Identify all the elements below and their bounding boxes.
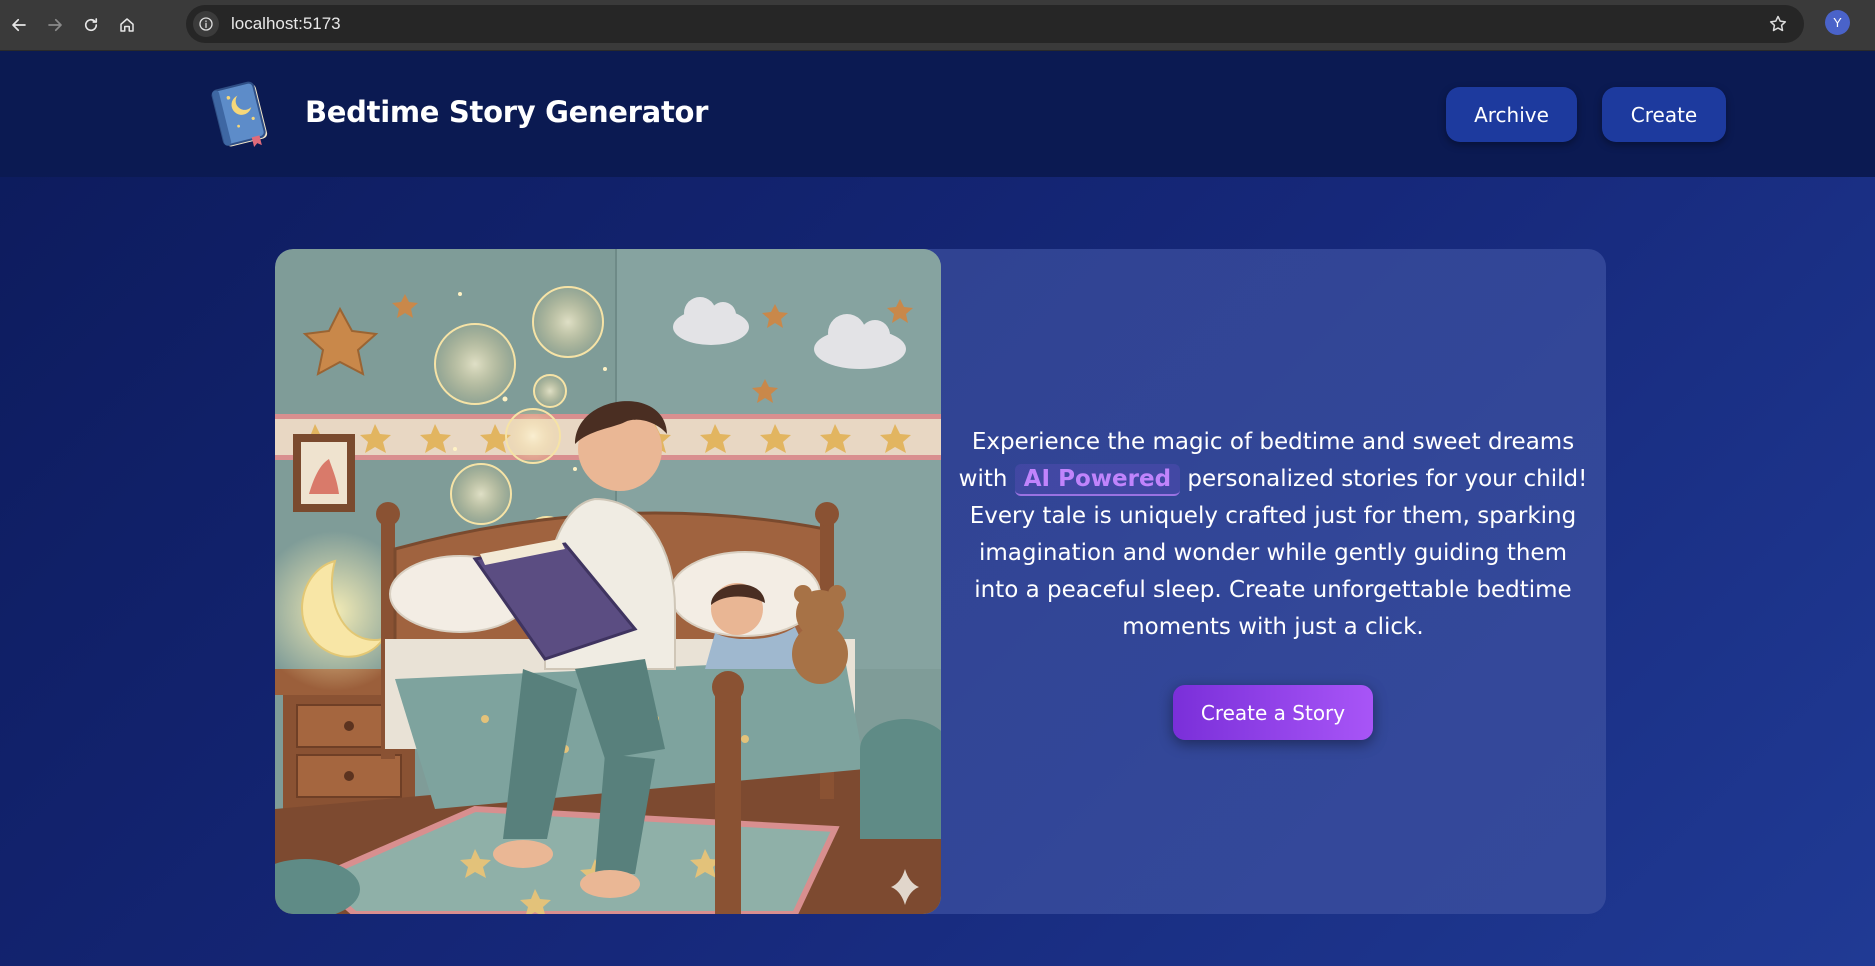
hero-description: Experience the magic of bedtime and swee… xyxy=(955,424,1591,646)
url-text[interactable]: localhost:5173 xyxy=(231,14,341,34)
create-story-button[interactable]: Create a Story xyxy=(1173,685,1373,740)
archive-button[interactable]: Archive xyxy=(1446,87,1577,142)
hero-paragraph: Experience the magic of bedtime and swee… xyxy=(955,424,1591,646)
hero-illustration xyxy=(275,249,941,914)
site-info-button[interactable] xyxy=(193,11,219,37)
create-button[interactable]: Create xyxy=(1602,87,1726,142)
storybook-icon[interactable] xyxy=(206,79,278,151)
back-button[interactable] xyxy=(4,10,34,40)
hero-card: Experience the magic of bedtime and swee… xyxy=(275,249,1606,914)
app-header: Bedtime Story Generator Archive Create xyxy=(0,51,1875,177)
site-title: Bedtime Story Generator xyxy=(305,95,709,129)
home-button[interactable] xyxy=(112,10,142,40)
ai-powered-badge: AI Powered xyxy=(1014,464,1181,496)
info-icon xyxy=(199,17,213,31)
father-reading-bedtime-story-illustration xyxy=(275,249,941,914)
reload-icon xyxy=(84,18,98,32)
star-outline-icon[interactable] xyxy=(1768,14,1788,34)
address-bar[interactable]: localhost:5173 xyxy=(186,5,1804,43)
arrow-right-icon xyxy=(48,18,62,32)
home-icon xyxy=(120,18,134,32)
reload-button[interactable] xyxy=(76,10,106,40)
forward-button[interactable] xyxy=(40,10,70,40)
profile-avatar[interactable]: Y xyxy=(1825,10,1850,35)
profile-initial: Y xyxy=(1833,15,1842,30)
browser-toolbar: localhost:5173 Y xyxy=(0,0,1875,51)
arrow-left-icon xyxy=(12,18,26,32)
